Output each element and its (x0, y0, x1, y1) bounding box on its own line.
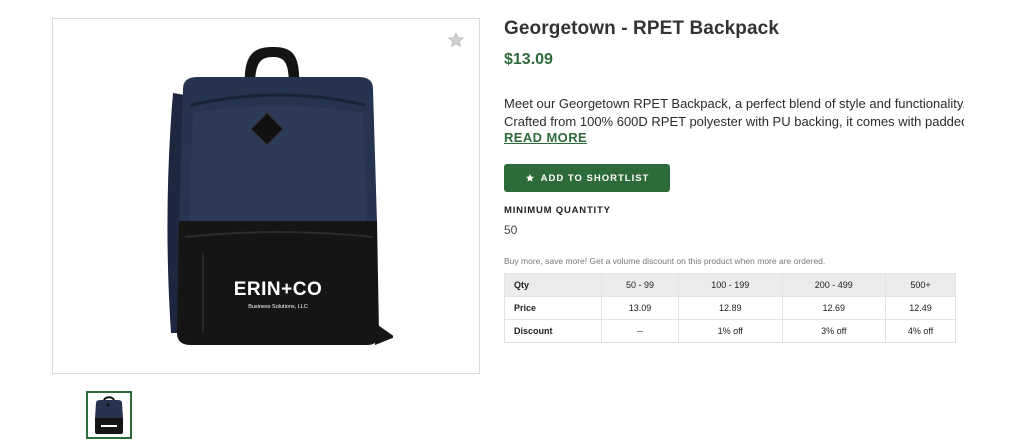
product-page: ERIN+CO Business Solutions, LLC Georgeto… (0, 0, 1024, 448)
table-header-cell: 50 - 99 (601, 273, 679, 297)
table-header-cell: 200 - 499 (781, 273, 887, 297)
table-header-cell: 500+ (885, 273, 956, 297)
backpack-logo-subtext: Business Solutions, LLC (248, 304, 308, 310)
read-more-link[interactable]: READ MORE (504, 130, 587, 145)
table-cell: 1% off (678, 319, 783, 343)
thumbnail-backpack-illustration (95, 396, 123, 434)
table-cell: 3% off (781, 319, 887, 343)
table-cell: 13.09 (601, 296, 679, 320)
minimum-quantity-label: MINIMUM QUANTITY (504, 205, 611, 216)
table-row-label: Price (504, 296, 602, 320)
table-header-row: Qty 50 - 99 100 - 199 200 - 499 500+ (504, 273, 956, 297)
star-icon (525, 174, 534, 182)
minimum-quantity-value: 50 (504, 223, 518, 237)
table-cell: 12.89 (678, 296, 783, 320)
volume-discount-note: Buy more, save more! Get a volume discou… (504, 256, 826, 266)
thumbnail-image[interactable] (86, 391, 132, 439)
backpack-logo-text: ERIN+CO (234, 279, 323, 300)
product-title: Georgetown - RPET Backpack (504, 18, 780, 39)
description-line: Meet our Georgetown RPET Backpack, a per… (504, 96, 964, 111)
table-row: Price 13.09 12.89 12.69 12.49 (504, 296, 956, 320)
star-icon[interactable] (447, 31, 465, 49)
product-description: Meet our Georgetown RPET Backpack, a per… (504, 95, 964, 131)
table-row: Discount -- 1% off 3% off 4% off (504, 319, 956, 343)
table-header-cell: Qty (504, 273, 602, 297)
table-row-label: Discount (504, 319, 602, 343)
table-cell: 12.69 (781, 296, 887, 320)
product-price: $13.09 (504, 51, 553, 68)
backpack-illustration: ERIN+CO Business Solutions, LLC (167, 47, 393, 345)
volume-pricing-table: Qty 50 - 99 100 - 199 200 - 499 500+ Pri… (504, 273, 956, 343)
table-cell: -- (601, 319, 679, 343)
add-to-shortlist-button[interactable]: ADD TO SHORTLIST (504, 164, 670, 192)
add-to-shortlist-label: ADD TO SHORTLIST (540, 172, 650, 184)
description-line: Crafted from 100% 600D RPET polyester wi… (504, 114, 964, 129)
main-product-image[interactable]: ERIN+CO Business Solutions, LLC (52, 18, 480, 374)
table-cell: 12.49 (885, 296, 956, 320)
table-header-cell: 100 - 199 (678, 273, 783, 297)
table-cell: 4% off (885, 319, 956, 343)
